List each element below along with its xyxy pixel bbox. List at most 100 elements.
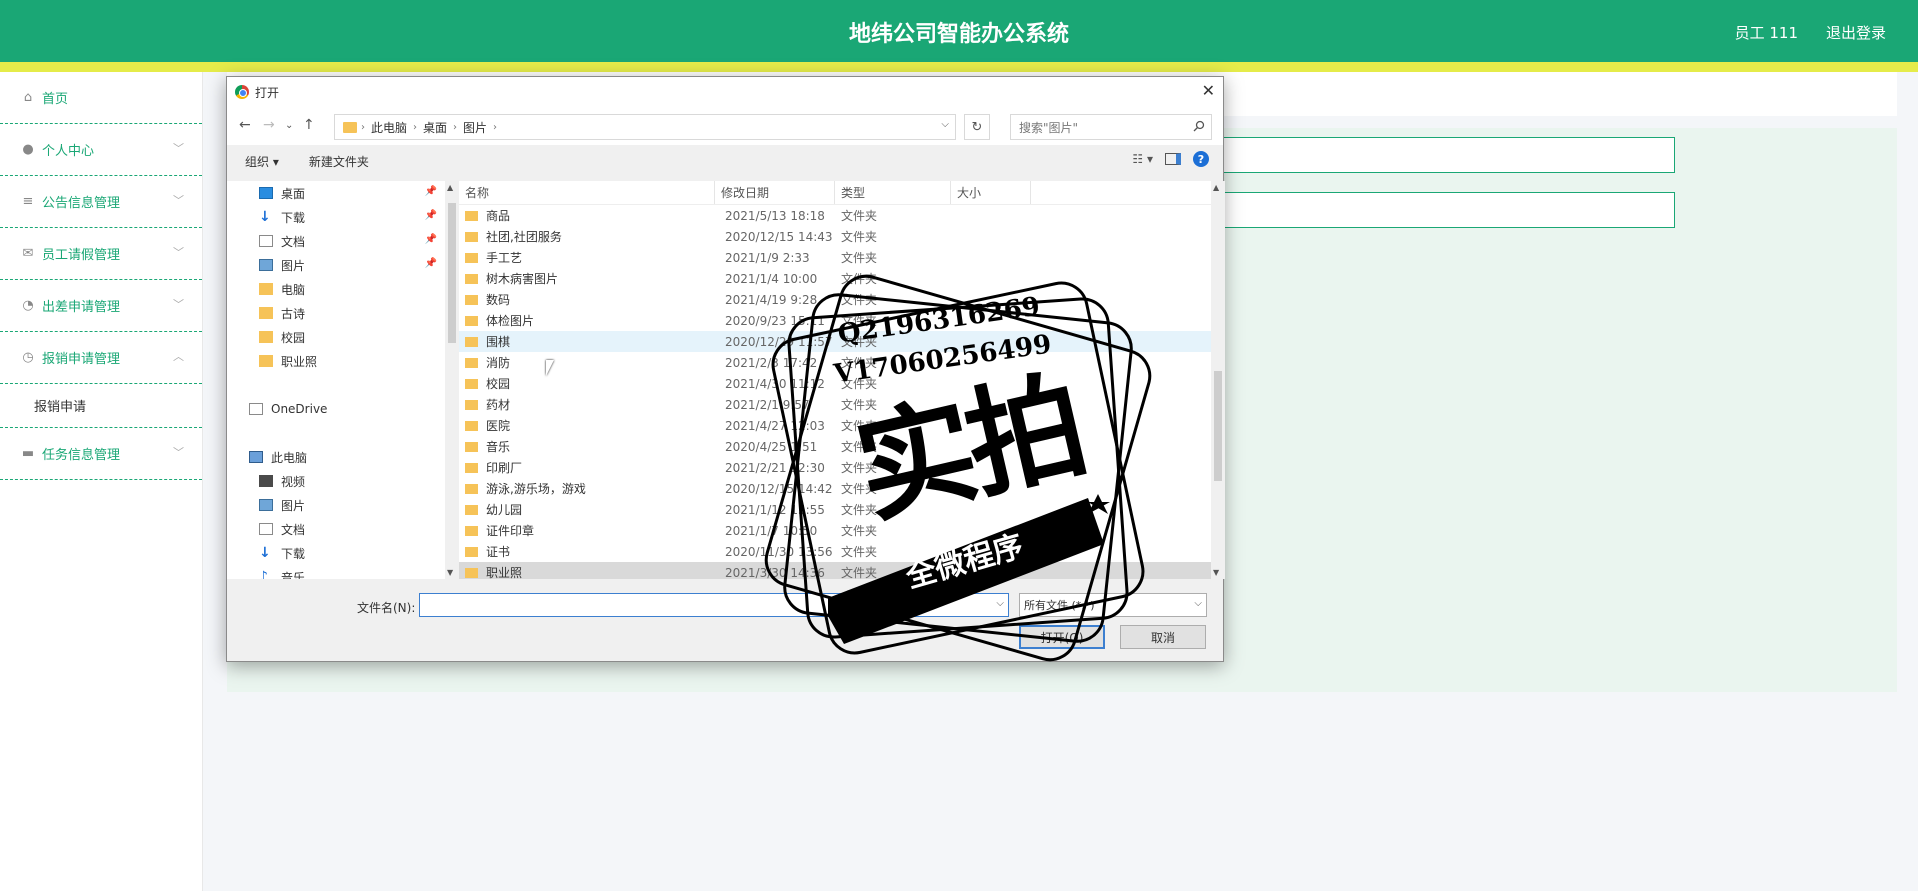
tree-item[interactable]: 文档 📌 bbox=[227, 229, 445, 253]
logout-link[interactable]: 退出登录 bbox=[1826, 22, 1886, 43]
filename-input[interactable]: ⌵ bbox=[419, 593, 1009, 617]
file-date: 2020/11/30 13:56 bbox=[725, 544, 833, 559]
tree-item[interactable]: ♪ 音乐 bbox=[227, 565, 445, 579]
close-icon[interactable]: ✕ bbox=[1202, 81, 1215, 100]
new-folder-button[interactable]: 新建文件夹 bbox=[309, 153, 369, 170]
filename-label: 文件名(N): bbox=[357, 601, 416, 615]
breadcrumb-item[interactable]: 图片 bbox=[463, 119, 487, 136]
file-row[interactable]: 证件印章 2021/1/7 10:50 文件夹 bbox=[459, 520, 1211, 541]
refresh-icon[interactable]: ↻ bbox=[964, 114, 990, 140]
view-options-icon[interactable]: ☷ ▾ bbox=[1132, 152, 1153, 166]
column-header-name[interactable]: 名称 bbox=[459, 181, 715, 204]
file-date: 2021/1/7 10:50 bbox=[725, 523, 818, 538]
file-open-dialog: 打开 ✕ ← → ⌄ ↑ › 此电脑 › 桌面 › 图片 › ⌵ ↻ 搜索"图片… bbox=[226, 76, 1225, 662]
tree-item[interactable]: ↓ 下载 📌 bbox=[227, 205, 445, 229]
chevron-down-icon: ⌵ bbox=[1194, 598, 1202, 609]
file-row[interactable]: 社团,社团服务 2020/12/15 14:43 文件夹 bbox=[459, 226, 1211, 247]
scroll-up-icon[interactable]: ▲ bbox=[447, 183, 453, 192]
sidebar-item-profile[interactable]: ● 个人中心 ﹀ bbox=[0, 124, 202, 176]
sidebar-item-notices[interactable]: ≡ 公告信息管理 ﹀ bbox=[0, 176, 202, 228]
folder-icon bbox=[465, 294, 478, 305]
file-row[interactable]: 职业照 2021/3/30 14:36 文件夹 bbox=[459, 562, 1211, 579]
organize-button[interactable]: 组织 ▾ bbox=[245, 153, 279, 170]
file-row[interactable]: 手工艺 2021/1/9 2:33 文件夹 bbox=[459, 247, 1211, 268]
tree-item[interactable]: 桌面 📌 bbox=[227, 181, 445, 205]
chevron-down-icon[interactable]: ⌵ bbox=[996, 598, 1004, 609]
monitor-icon: ▬ bbox=[21, 446, 35, 461]
cancel-button[interactable]: 取消 bbox=[1120, 625, 1206, 649]
scroll-thumb[interactable] bbox=[1214, 371, 1222, 481]
tree-scrollbar[interactable]: ▲ ▼ bbox=[445, 181, 459, 579]
file-name: 幼儿园 bbox=[486, 503, 523, 517]
file-row[interactable]: 树木病害图片 2021/1/4 10:00 文件夹 bbox=[459, 268, 1211, 289]
up-icon[interactable]: ↑ bbox=[303, 117, 315, 133]
file-row[interactable]: 医院 2021/4/27 12:03 文件夹 bbox=[459, 415, 1211, 436]
tree-item[interactable]: 图片 bbox=[227, 493, 445, 517]
file-list-scrollbar[interactable]: ▲ ▼ bbox=[1211, 181, 1225, 579]
file-row[interactable]: 游泳,游乐场，游戏 2020/12/15 14:42 文件夹 bbox=[459, 478, 1211, 499]
tree-item[interactable]: 图片 📌 bbox=[227, 253, 445, 277]
file-date: 2020/9/23 15:11 bbox=[725, 313, 825, 328]
file-date: 2021/4/30 11:12 bbox=[725, 376, 825, 391]
tree-item[interactable]: OneDrive bbox=[227, 397, 445, 421]
file-name: 证件印章 bbox=[486, 524, 535, 538]
column-header-type[interactable]: 类型 bbox=[835, 181, 951, 204]
sidebar-item-home[interactable]: ⌂ 首页 bbox=[0, 72, 202, 124]
file-name: 医院 bbox=[486, 419, 511, 433]
file-row[interactable]: 商品 2021/5/13 18:18 文件夹 bbox=[459, 205, 1211, 226]
scroll-up-icon[interactable]: ▲ bbox=[1213, 183, 1219, 192]
tree-item[interactable]: 文档 bbox=[227, 517, 445, 541]
file-row[interactable]: 印刷厂 2021/2/21 12:30 文件夹 bbox=[459, 457, 1211, 478]
file-row[interactable]: 证书 2020/11/30 13:56 文件夹 bbox=[459, 541, 1211, 562]
column-header-size[interactable]: 大小 bbox=[951, 181, 1031, 204]
sidebar-subitem-reimburse-apply[interactable]: 报销申请 bbox=[0, 384, 202, 428]
tree-item[interactable]: 视频 bbox=[227, 469, 445, 493]
file-type-select[interactable]: 所有文件 (*.*) ⌵ bbox=[1019, 593, 1207, 617]
tree-item-label: 职业照 bbox=[281, 354, 318, 369]
file-list-header: 名称 修改日期 类型 大小 bbox=[459, 181, 1211, 205]
forward-icon[interactable]: → bbox=[263, 117, 275, 133]
file-row[interactable]: 幼儿园 2021/1/12 15:55 文件夹 bbox=[459, 499, 1211, 520]
tree-item[interactable]: 职业照 bbox=[227, 349, 445, 373]
tree-item[interactable]: 此电脑 bbox=[227, 445, 445, 469]
tree-item[interactable]: 古诗 bbox=[227, 301, 445, 325]
chevron-down-icon[interactable]: ⌵ bbox=[941, 119, 949, 130]
column-header-date[interactable]: 修改日期 bbox=[715, 181, 835, 204]
file-type: 文件夹 bbox=[841, 272, 878, 286]
folder-icon bbox=[465, 252, 478, 263]
breadcrumb-item[interactable]: 桌面 bbox=[423, 119, 447, 136]
scroll-down-icon[interactable]: ▼ bbox=[1213, 568, 1219, 577]
tree-item[interactable]: 校园 bbox=[227, 325, 445, 349]
file-row[interactable]: 数码 2021/4/19 9:28 文件夹 bbox=[459, 289, 1211, 310]
dialog-toolbar: 组织 ▾ 新建文件夹 ☷ ▾ ? bbox=[227, 145, 1223, 177]
tree-item[interactable]: ↓ 下载 bbox=[227, 541, 445, 565]
form-field[interactable] bbox=[1200, 192, 1675, 228]
recent-dropdown-icon[interactable]: ⌄ bbox=[285, 120, 293, 131]
search-input[interactable]: 搜索"图片" bbox=[1010, 114, 1212, 140]
scroll-down-icon[interactable]: ▼ bbox=[447, 568, 453, 577]
sidebar-item-travel[interactable]: ◔ 出差申请管理 ﹀ bbox=[0, 280, 202, 332]
file-row[interactable]: 音乐 2020/4/25 1:51 文件夹 bbox=[459, 436, 1211, 457]
breadcrumb-item[interactable]: 此电脑 bbox=[371, 119, 407, 136]
address-bar[interactable]: › 此电脑 › 桌面 › 图片 › ⌵ bbox=[334, 114, 956, 140]
tree-item[interactable]: 电脑 bbox=[227, 277, 445, 301]
file-name-cell: 职业照 bbox=[459, 564, 715, 579]
file-date: 2021/3/30 14:36 bbox=[725, 565, 825, 580]
file-row[interactable]: 药材 2021/2/1 9:57 文件夹 bbox=[459, 394, 1211, 415]
tree-item-label: 音乐 bbox=[281, 570, 306, 580]
sidebar-item-reimburse[interactable]: ◷ 报销申请管理 ︿ bbox=[0, 332, 202, 384]
preview-pane-icon[interactable] bbox=[1165, 153, 1181, 165]
form-field[interactable] bbox=[1200, 137, 1675, 173]
scroll-thumb[interactable] bbox=[448, 203, 456, 343]
help-icon[interactable]: ? bbox=[1193, 151, 1209, 167]
sidebar-item-tasks[interactable]: ▬ 任务信息管理 ﹀ bbox=[0, 428, 202, 480]
user-name[interactable]: 员工 111 bbox=[1735, 22, 1798, 43]
file-row[interactable]: 体检图片 2020/9/23 15:11 文件夹 bbox=[459, 310, 1211, 331]
tree-item-label: OneDrive bbox=[271, 402, 328, 416]
sidebar-item-leave[interactable]: ✉ 员工请假管理 ﹀ bbox=[0, 228, 202, 280]
down-icon: ↓ bbox=[259, 209, 271, 225]
back-icon[interactable]: ← bbox=[239, 117, 251, 133]
file-row[interactable]: 围棋 2020/12/29 11:57 文件夹 bbox=[459, 331, 1211, 352]
file-name-cell: 校园 bbox=[459, 375, 715, 392]
open-button[interactable]: 打开(O) bbox=[1019, 625, 1105, 649]
